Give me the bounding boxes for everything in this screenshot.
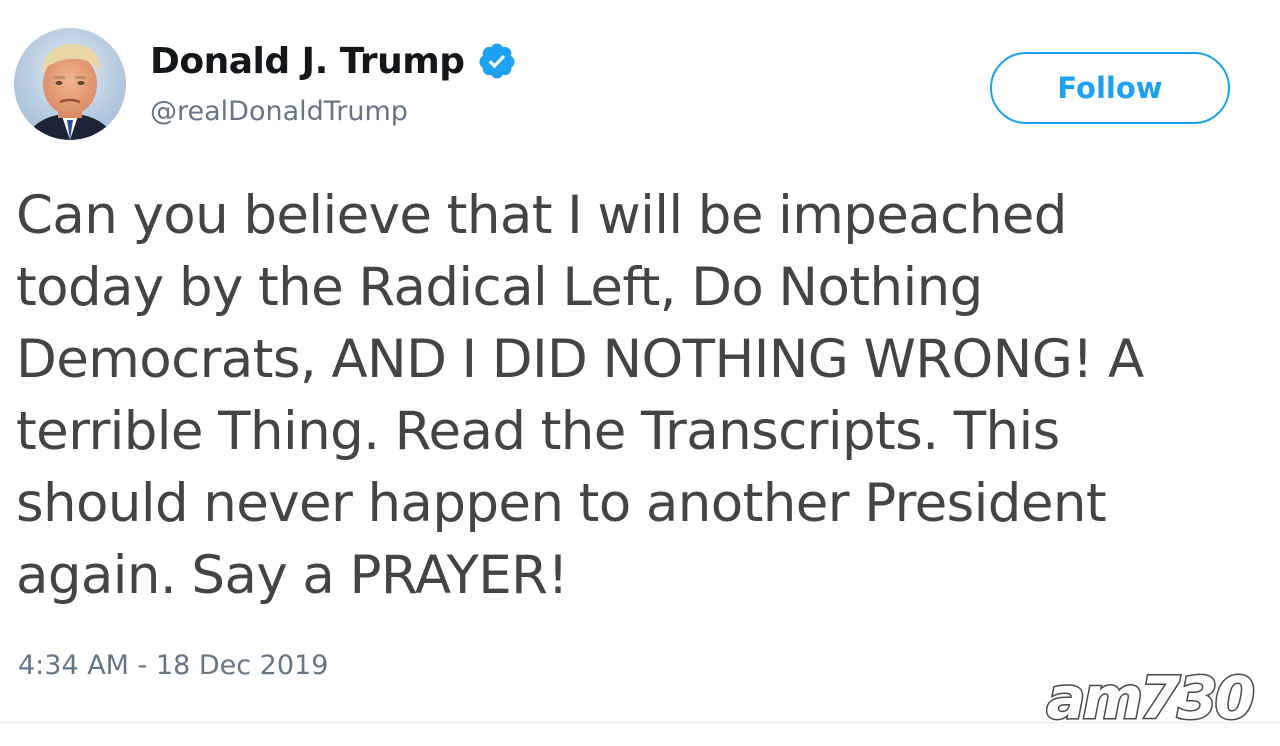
verified-badge-icon [477, 41, 517, 81]
profile-photo-icon [14, 28, 126, 140]
author-display-name[interactable]: Donald J. Trump [150, 41, 465, 82]
tweet-text-line: terrible Thing. Read the Transcripts. Th… [16, 401, 1060, 462]
author-name-row: Donald J. Trump [150, 36, 517, 86]
tweet-text-line: Can you believe that I will be impeached [16, 185, 1067, 246]
tweet-text-line: should never happen to another President [16, 473, 1107, 534]
tweet-text: Can you believe that I will be impeached… [16, 180, 1278, 612]
tweet-text-line: again. Say a PRAYER! [16, 545, 569, 606]
tweet-text-line: Democrats, AND I DID NOTHING WRONG! A [16, 329, 1144, 390]
watermark-logo: am730 [1045, 660, 1266, 736]
tweet-text-line: today by the Radical Left, Do Nothing [16, 257, 983, 318]
author-handle[interactable]: @realDonaldTrump [150, 96, 408, 127]
avatar[interactable] [14, 28, 126, 140]
watermark-text: am730 [1045, 663, 1257, 734]
follow-button[interactable]: Follow [990, 52, 1230, 124]
tweet-timestamp[interactable]: 4:34 AM - 18 Dec 2019 [18, 650, 328, 681]
tweet-card: Donald J. Trump @realDonaldTrump Follow … [0, 0, 1280, 746]
